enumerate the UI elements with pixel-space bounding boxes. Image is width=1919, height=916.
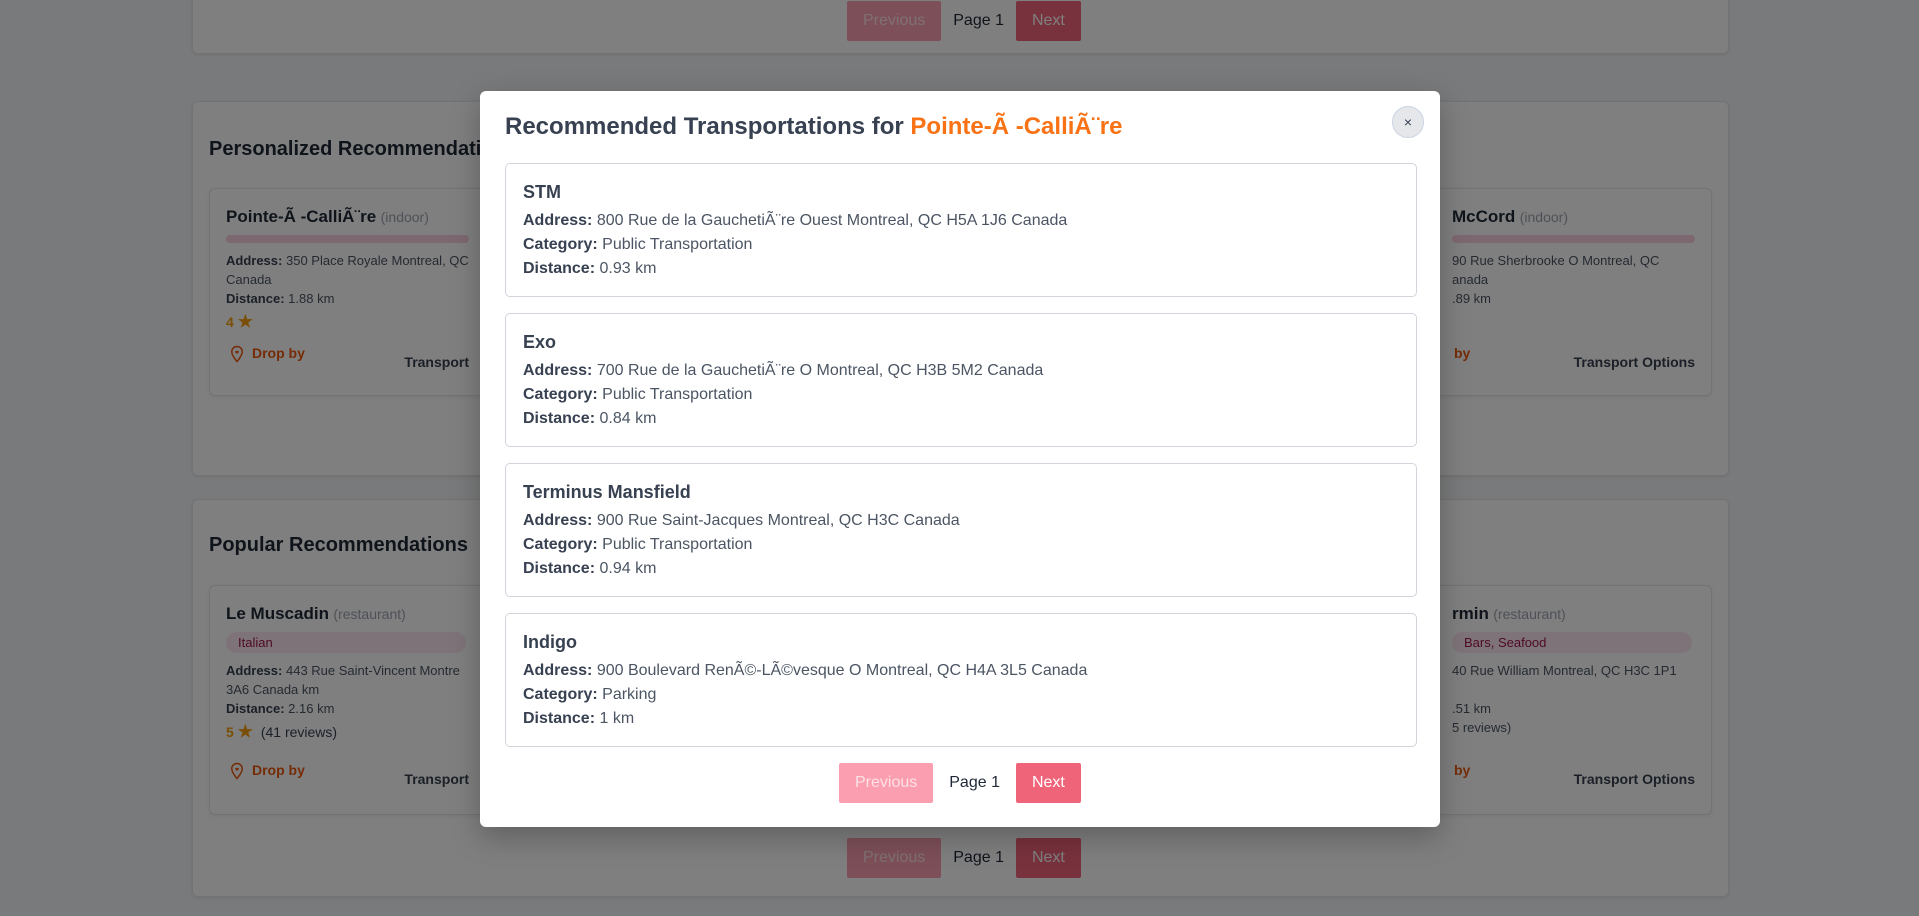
distance-label: Distance: [523, 410, 596, 427]
distance-label: Distance: [523, 710, 596, 727]
transport-card: Terminus Mansfield Address: 900 Rue Sain… [505, 463, 1417, 597]
transport-distance: 1 km [599, 710, 635, 727]
category-label: Category: [523, 536, 598, 553]
transport-card: STM Address: 800 Rue de la GauchetiÃ¨re … [505, 163, 1417, 297]
address-label: Address: [523, 362, 593, 379]
transport-card: Exo Address: 700 Rue de la GauchetiÃ¨re … [505, 313, 1417, 447]
transport-card: Indigo Address: 900 Boulevard RenÃ©-LÃ©v… [505, 613, 1417, 747]
address-label: Address: [523, 662, 593, 679]
transport-name: Exo [523, 332, 557, 352]
transport-distance: 0.94 km [599, 560, 657, 577]
page-number: Page 1 [949, 774, 1000, 791]
transport-category: Public Transportation [602, 536, 753, 553]
category-label: Category: [523, 386, 598, 403]
transport-address: 700 Rue de la GauchetiÃ¨re O Montreal, Q… [596, 362, 1044, 379]
distance-label: Distance: [523, 560, 596, 577]
distance-label: Distance: [523, 260, 596, 277]
transport-modal: Recommended Transportations for Pointe-Ã… [480, 91, 1440, 827]
category-label: Category: [523, 686, 598, 703]
transport-address: 900 Rue Saint-Jacques Montreal, QC H3C C… [596, 512, 960, 529]
transport-name: STM [523, 182, 561, 202]
transport-distance: 0.93 km [599, 260, 657, 277]
next-button[interactable]: Next [1015, 763, 1081, 803]
transport-address: 800 Rue de la GauchetiÃ¨re Ouest Montrea… [596, 212, 1068, 229]
transport-distance: 0.84 km [599, 410, 657, 427]
transport-category: Public Transportation [602, 386, 753, 403]
close-button[interactable]: × [1392, 106, 1424, 138]
transport-category: Parking [602, 686, 657, 703]
address-label: Address: [523, 212, 593, 229]
transport-name: Terminus Mansfield [523, 482, 691, 502]
modal-title-prefix: Recommended Transportations for [505, 113, 904, 140]
transport-category: Public Transportation [602, 236, 753, 253]
address-label: Address: [523, 512, 593, 529]
previous-button[interactable]: Previous [839, 763, 934, 803]
close-icon: × [1403, 114, 1413, 130]
category-label: Category: [523, 236, 598, 253]
modal-pagination: Previous Page 1 Next [839, 763, 1081, 803]
modal-title-place: Pointe-Ã -CalliÃ¨re [910, 113, 1123, 140]
modal-title: Recommended Transportations for Pointe-Ã… [505, 113, 1122, 141]
transport-name: Indigo [523, 632, 577, 652]
transport-address: 900 Boulevard RenÃ©-LÃ©vesque O Montreal… [596, 662, 1088, 679]
